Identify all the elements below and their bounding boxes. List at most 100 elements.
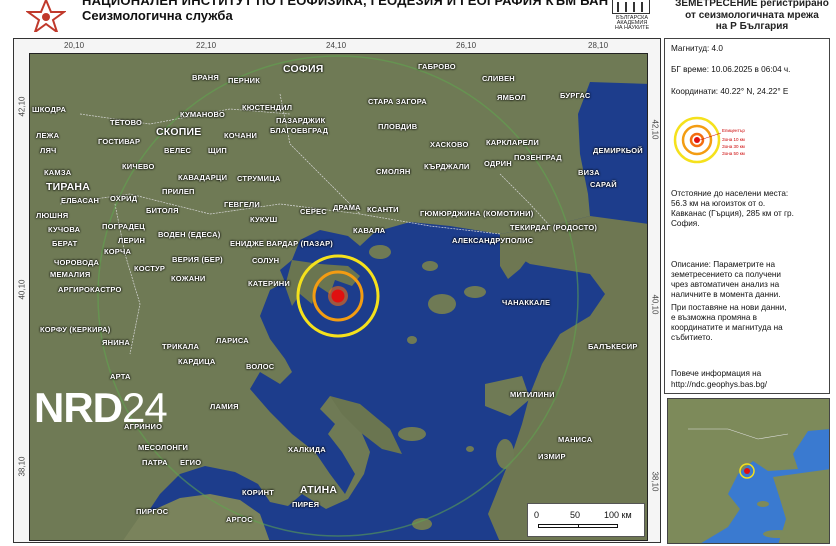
- map-area[interactable]: ВРАНЯ ПЕРНИК СОФИЯ ГАБРОВО СЛИВЕН ЯМБОЛ …: [29, 53, 648, 541]
- place-label: ЛЕРИН: [118, 236, 146, 245]
- place-label: ПИРЕЯ: [292, 500, 320, 509]
- institute-name: НАЦИОНАЛЕН ИНСТИТУТ ПО ГЕОФИЗИКА, ГЕОДЕЗ…: [82, 0, 609, 8]
- place-label: КУЧОВА: [48, 225, 81, 234]
- legend-epicenter: Епицентър: [722, 128, 745, 133]
- description-line: Описание: Параметрите на: [671, 260, 776, 269]
- place-label: КАВАЛА: [353, 226, 386, 235]
- magnitude-value: Магнитуд: 4.0: [671, 44, 723, 53]
- island-agios-efstratios: [407, 336, 417, 344]
- place-label: ВЕРИЯ (БЕР): [172, 255, 223, 264]
- island-skyros: [398, 427, 426, 441]
- place-label: ХАЛКИДА: [288, 445, 326, 454]
- place-label: СТАРА ЗАГОРА: [368, 97, 427, 106]
- place-label: ИЗМИР: [538, 452, 566, 461]
- place-label: ВОДЕН (ЕДЕСА): [158, 230, 221, 239]
- place-label: ЧАНАККАЛЕ: [502, 298, 551, 307]
- nrd24-watermark: NRD24: [34, 384, 168, 432]
- place-label: КОСТУР: [134, 264, 166, 273]
- place-label: КОЧАНИ: [224, 131, 258, 140]
- place-label: БЕРАТ: [52, 239, 78, 248]
- scale-bar-graphic: [538, 524, 618, 528]
- place-label: СМОЛЯН: [376, 167, 411, 176]
- place-label: БАЛЪКЕСИР: [588, 342, 638, 351]
- place-label: СТРУМИЦА: [237, 174, 281, 183]
- description-line: чрез автоматичен анализ на: [671, 280, 780, 289]
- land-chalkidiki: [285, 260, 360, 306]
- place-label: БЛАГОЕВГРАД: [270, 126, 329, 135]
- place-label: АТИНА: [300, 484, 338, 496]
- place-label: ТРИКАЛА: [162, 342, 200, 351]
- place-label: АРТА: [110, 372, 131, 381]
- place-label: КАВАДАРЦИ: [178, 173, 228, 182]
- place-label: МИТИЛИНИ: [510, 390, 555, 399]
- place-label: СОФИЯ: [283, 63, 324, 75]
- scale-bar: 0 50 100 км: [527, 503, 645, 537]
- island-samothrace: [422, 261, 438, 271]
- grid-label-top: 22,10: [196, 41, 217, 50]
- description-line: събитието.: [671, 333, 713, 342]
- place-label: МЕМАЛИЯ: [50, 270, 91, 279]
- place-label: СЛИВЕН: [482, 74, 515, 83]
- place-label: КУМАНОВО: [180, 110, 226, 119]
- registration-note-line: на Р България: [715, 21, 789, 32]
- place-label: КОРИНТ: [242, 488, 275, 497]
- place-label: ПЛОВДИВ: [378, 122, 418, 131]
- place-label: ЕЛБАСАН: [61, 196, 100, 205]
- place-label: ЛАМИЯ: [210, 402, 239, 411]
- more-info-link[interactable]: http://ndc.geophys.bas.bg/: [671, 380, 767, 390]
- place-label: КАРДИЦА: [178, 357, 216, 366]
- watermark-thin: 24: [122, 384, 168, 431]
- distance-line: 56.3 км на югоизток от о.: [671, 199, 766, 208]
- institute-logo-icon: [26, 0, 66, 32]
- place-label: ОДРИН: [484, 159, 512, 168]
- place-label: КАТЕРИНИ: [248, 279, 291, 288]
- place-label: ТЕТОВО: [110, 118, 143, 127]
- zone-legend: Епицентър Зона 10 км Зона 30 км Зона 50 …: [673, 115, 757, 165]
- grid-label-right: 42,10: [650, 119, 660, 140]
- info-panel: Магнитуд: 4.0 БГ време: 10.06.2025 в 06:…: [664, 38, 830, 394]
- place-label: ДЕМИРКЬОЙ: [593, 146, 643, 155]
- place-label: ПОЗЕНГРАД: [514, 153, 562, 162]
- place-label: КИЧЕВО: [122, 162, 155, 171]
- distance-line: Отстояние до населени места:: [671, 189, 789, 198]
- place-label: ЯНИНА: [102, 338, 131, 347]
- registration-note-line: от сеизмологичната мрежа: [685, 9, 819, 21]
- place-label: ПЕРНИК: [228, 76, 260, 85]
- legend-zone-30: Зона 30 км: [722, 144, 745, 149]
- place-label: СОЛУН: [252, 256, 280, 265]
- description-line: земетресението са получени: [671, 270, 782, 279]
- place-label: ТИРАНА: [46, 181, 90, 193]
- place-label: ЛЯЧ: [40, 146, 57, 155]
- place-label: ШКОДРА: [32, 105, 67, 114]
- header: НАЦИОНАЛЕН ИНСТИТУТ ПО ГЕОФИЗИКА, ГЕОДЕЗ…: [0, 0, 836, 36]
- bas-logo-line3: НА НАУКИТЕ: [614, 25, 650, 31]
- place-label: ТЕКИРДАГ (РОДОСТО): [510, 223, 598, 232]
- place-label: ХАСКОВО: [430, 140, 469, 149]
- grid-label-top: 20,10: [64, 41, 85, 50]
- place-label: ЯМБОЛ: [497, 93, 526, 102]
- distance-line: Кавканас (Гърция), 285 км от гр.: [671, 209, 794, 218]
- place-label: ГАБРОВО: [418, 62, 456, 71]
- place-label: ВРАНЯ: [192, 73, 219, 82]
- island-psara: [466, 446, 474, 452]
- place-label: ПИРГОС: [136, 507, 169, 516]
- place-label: ВОЛОС: [246, 362, 275, 371]
- place-label: ВИЗА: [578, 168, 600, 177]
- place-label: КАРКЛАРЕЛИ: [486, 138, 539, 147]
- epicenter-marker: [331, 289, 345, 303]
- map-terrain: [30, 54, 647, 540]
- overview-inset-map[interactable]: [667, 398, 830, 544]
- place-label: САРАЙ: [590, 180, 617, 189]
- place-label: ОХРИД: [110, 194, 138, 203]
- place-label: КАМЗА: [44, 168, 72, 177]
- coordinates-value: Координати: 40.22° N, 24.22° E: [671, 87, 789, 96]
- place-label: МАНИСА: [558, 435, 593, 444]
- academy-building-icon: [612, 0, 650, 14]
- place-label: ГЮМЮРДЖИНА (КОМОТИНИ): [420, 209, 534, 218]
- legend-zone-50: Зона 50 км: [722, 151, 745, 156]
- grid-label-left: 42,10: [17, 96, 27, 117]
- local-time-value: БГ време: 10.06.2025 в 06:04 ч.: [671, 65, 791, 74]
- place-label: КЪРДЖАЛИ: [424, 162, 470, 171]
- place-label: АРГИРОКАСТРО: [58, 285, 122, 294]
- place-label: ПРИЛЕП: [162, 187, 195, 196]
